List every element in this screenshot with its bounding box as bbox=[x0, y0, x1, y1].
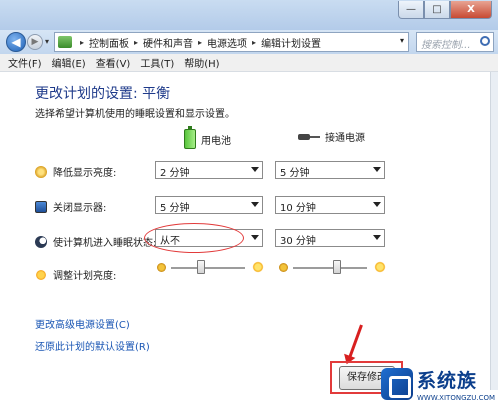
advanced-settings-link[interactable]: 更改高级电源设置(C) bbox=[35, 316, 130, 331]
display-off-plugged-select[interactable]: 10 分钟 bbox=[275, 196, 385, 214]
window-right-edge bbox=[490, 72, 498, 390]
brightness-battery-slider[interactable] bbox=[157, 260, 265, 276]
watermark-brand: 系统族 bbox=[417, 370, 478, 392]
brightness-high-icon bbox=[373, 260, 387, 274]
setting-row-sleep: 使计算机进入睡眠状态: bbox=[35, 234, 156, 249]
column-header-battery: 用电池 bbox=[184, 126, 231, 149]
battery-icon bbox=[184, 126, 196, 149]
control-panel-icon bbox=[58, 36, 72, 48]
select-value: 10 分钟 bbox=[280, 203, 316, 214]
close-button[interactable]: X bbox=[450, 1, 492, 19]
search-input[interactable]: 搜索控制... bbox=[416, 32, 494, 52]
watermark: 系统族 WWW.XITONGZU.COM bbox=[377, 364, 498, 412]
dim-display-plugged-select[interactable]: 5 分钟 bbox=[275, 161, 385, 179]
dropdown-arrow-icon bbox=[251, 235, 259, 240]
watermark-url: WWW.XITONGZU.COM bbox=[417, 394, 496, 402]
breadcrumb-hardware-sound[interactable]: 硬件和声音 bbox=[143, 35, 193, 50]
slider-thumb[interactable] bbox=[333, 260, 342, 274]
breadcrumb-separator[interactable]: ▸ bbox=[134, 38, 138, 47]
column-label-battery: 用电池 bbox=[201, 135, 231, 147]
address-dropdown-icon[interactable]: ▾ bbox=[400, 36, 404, 45]
search-icon[interactable] bbox=[480, 36, 490, 46]
setting-label: 使计算机进入睡眠状态: bbox=[53, 238, 157, 249]
dropdown-arrow-icon bbox=[373, 202, 381, 207]
annotation-arrow bbox=[347, 324, 363, 362]
breadcrumb-edit-plan[interactable]: 编辑计划设置 bbox=[261, 35, 321, 50]
page-title: 更改计划的设置: 平衡 bbox=[35, 86, 171, 102]
main-content: 更改计划的设置: 平衡 选择希望计算机使用的睡眠设置和显示设置。 用电池 接通电… bbox=[0, 72, 490, 394]
navigation-bar: ◀ ▶ ▾ ▸ 控制面板 ▸ 硬件和声音 ▸ 电源选项 ▸ 编辑计划设置 ▾ 搜… bbox=[0, 30, 498, 54]
brightness-plugged-slider[interactable] bbox=[279, 260, 387, 276]
menu-file[interactable]: 文件(F) bbox=[8, 55, 42, 70]
brightness-low-icon bbox=[157, 263, 166, 272]
dropdown-arrow-icon bbox=[373, 235, 381, 240]
breadcrumb-separator[interactable]: ▸ bbox=[198, 38, 202, 47]
breadcrumb-separator[interactable]: ▸ bbox=[80, 38, 84, 47]
page-subtitle: 选择希望计算机使用的睡眠设置和显示设置。 bbox=[35, 109, 235, 120]
breadcrumb-control-panel[interactable]: 控制面板 bbox=[89, 35, 129, 50]
menu-tools[interactable]: 工具(T) bbox=[140, 55, 174, 70]
minimize-button[interactable]: — bbox=[398, 1, 424, 19]
power-plug-icon bbox=[298, 132, 320, 142]
setting-label: 调整计划亮度: bbox=[53, 271, 117, 282]
dropdown-arrow-icon bbox=[373, 167, 381, 172]
slider-track[interactable] bbox=[293, 267, 367, 269]
sleep-plugged-select[interactable]: 30 分钟 bbox=[275, 229, 385, 247]
setting-label: 降低显示亮度: bbox=[53, 168, 117, 179]
maximize-button[interactable]: □ bbox=[424, 1, 450, 19]
select-value: 2 分钟 bbox=[160, 168, 190, 179]
setting-label: 关闭显示器: bbox=[53, 203, 107, 214]
menu-bar: 文件(F) 编辑(E) 查看(V) 工具(T) 帮助(H) bbox=[0, 54, 498, 72]
setting-row-turn-off-display: 关闭显示器: bbox=[35, 199, 106, 214]
setting-row-dim-display: 降低显示亮度: bbox=[35, 164, 116, 179]
forward-button[interactable]: ▶ bbox=[27, 34, 43, 50]
back-button[interactable]: ◀ bbox=[6, 32, 26, 52]
dropdown-arrow-icon bbox=[251, 202, 259, 207]
dim-display-battery-select[interactable]: 2 分钟 bbox=[155, 161, 263, 179]
brightness-sun-icon bbox=[35, 268, 47, 281]
select-value: 5 分钟 bbox=[160, 203, 190, 214]
menu-help[interactable]: 帮助(H) bbox=[184, 55, 219, 70]
display-off-battery-select[interactable]: 5 分钟 bbox=[155, 196, 263, 214]
sleep-moon-icon bbox=[35, 235, 47, 248]
window-controls: — □ X bbox=[398, 1, 492, 19]
breadcrumb-separator[interactable]: ▸ bbox=[252, 38, 256, 47]
recent-pages-dropdown[interactable]: ▾ bbox=[45, 37, 49, 46]
brightness-high-icon bbox=[251, 260, 265, 274]
highlight-ellipse bbox=[144, 223, 244, 253]
brightness-low-icon bbox=[279, 263, 288, 272]
menu-edit[interactable]: 编辑(E) bbox=[52, 55, 86, 70]
select-value: 5 分钟 bbox=[280, 168, 310, 179]
dropdown-arrow-icon bbox=[251, 167, 259, 172]
menu-view[interactable]: 查看(V) bbox=[96, 55, 131, 70]
slider-thumb[interactable] bbox=[196, 260, 205, 274]
setting-row-brightness: 调整计划亮度: bbox=[35, 267, 116, 282]
watermark-logo-icon bbox=[381, 368, 413, 400]
breadcrumb-power-options[interactable]: 电源选项 bbox=[207, 35, 247, 50]
window-titlebar: — □ X bbox=[0, 0, 498, 30]
select-value: 30 分钟 bbox=[280, 236, 316, 247]
search-placeholder: 搜索控制... bbox=[421, 40, 471, 51]
column-header-plugged: 接通电源 bbox=[298, 129, 365, 144]
address-bar[interactable]: ▸ 控制面板 ▸ 硬件和声音 ▸ 电源选项 ▸ 编辑计划设置 ▾ bbox=[54, 32, 409, 52]
restore-defaults-link[interactable]: 还原此计划的默认设置(R) bbox=[35, 338, 150, 353]
column-label-plugged: 接通电源 bbox=[325, 133, 365, 144]
dim-display-icon bbox=[35, 165, 47, 178]
monitor-icon bbox=[35, 200, 47, 213]
slider-track[interactable] bbox=[171, 267, 245, 269]
